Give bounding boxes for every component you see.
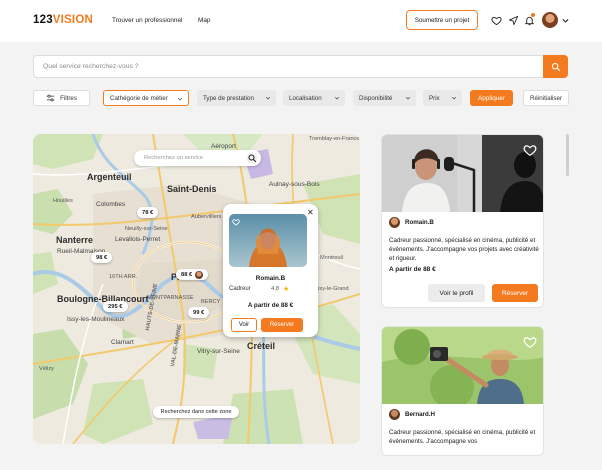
card-name: Romain.B (405, 219, 434, 226)
price-marker-label: 88 € (181, 271, 193, 278)
apply-filters-button[interactable]: Appliquer (470, 90, 513, 106)
popup-book-button[interactable]: Réserver (261, 318, 303, 332)
send-icon[interactable] (508, 15, 519, 26)
map-label-argenteuil: Argenteuil (87, 172, 132, 182)
heart-icon[interactable] (523, 143, 537, 157)
price-marker-label: 99 € (193, 309, 205, 316)
map-label-colombes: Colombes (96, 201, 126, 208)
map-label-aeroport: Aéroport (211, 143, 236, 150)
view-profile-button[interactable]: Voir le profil (428, 284, 485, 302)
popup-price: A partir de 88 € (247, 302, 294, 309)
professional-card[interactable]: Romain.B Cadreur passionné, spécialisé e… (381, 134, 544, 308)
card-avatar (389, 217, 400, 228)
search-icon (551, 62, 560, 71)
filter-price[interactable]: Prix (423, 90, 462, 106)
filter-availability[interactable]: Disponibilité (353, 90, 416, 106)
chevron-down-icon (334, 96, 340, 100)
heart-icon[interactable] (523, 335, 537, 349)
map-price-marker[interactable]: 98 € (91, 252, 113, 263)
nav-find-professional[interactable]: Trouver un professionnel (112, 17, 182, 24)
popup-role: Cadreur (229, 286, 251, 292)
filter-service-type-label: Type de prestation (203, 94, 254, 102)
map-label-saint-denis: Saint-Denis (167, 184, 217, 194)
notification-dot (531, 13, 535, 17)
book-button[interactable]: Réserver (492, 284, 538, 302)
reset-filters-button[interactable]: Réinitialiser (523, 90, 569, 106)
map-label-velizy: Vélizy (39, 366, 54, 372)
brand-logo[interactable]: 123VISION (33, 14, 93, 26)
heart-icon[interactable] (491, 15, 502, 26)
map-label-issy: Issy-les-Moulineaux (67, 316, 125, 323)
map-label-neuilly: Neuilly-sur-Seine (125, 226, 168, 232)
price-marker-label: 295 € (108, 303, 123, 310)
marker-avatar (195, 270, 204, 279)
chevron-down-icon (177, 97, 183, 101)
popup-name: Romain.B (255, 275, 286, 282)
map-price-marker[interactable]: 78 € (137, 207, 159, 218)
filter-category[interactable]: Cathégorie de métier (103, 90, 189, 106)
sliders-icon (46, 94, 55, 102)
price-marker-label: 78 € (142, 209, 154, 216)
map-label-aulnay: Aulnay-sous-Bois (269, 181, 320, 188)
map-view[interactable]: Argenteuil Saint-Denis Nanterre Boulogne… (33, 134, 360, 444)
service-search-bar (33, 55, 568, 78)
popup-rating: 4,8 (271, 286, 280, 292)
map-label-nanterre: Nanterre (56, 235, 94, 245)
map-label-aubervilliers: Aubervilliers (191, 214, 222, 220)
card-photo (382, 135, 543, 212)
filter-category-label: Cathégorie de métier (110, 94, 168, 102)
chevron-down-icon (451, 96, 457, 100)
map-label-levallois: Levallois-Perret (115, 236, 161, 243)
map-label-tremblay: Tremblay-en-France (309, 136, 360, 142)
map-search-bar (134, 150, 261, 166)
logo-main: 123 (33, 14, 53, 26)
nav-map[interactable]: Map (198, 17, 210, 24)
professional-card[interactable]: Bernard.H Cadreur passionné, spécialisé … (381, 326, 544, 456)
filter-price-label: Prix (429, 94, 440, 102)
map-price-marker[interactable]: 99 € (188, 307, 210, 318)
card-description: Cadreur passionné, spécialisé en cinéma,… (389, 429, 536, 445)
map-price-marker[interactable]: 295 € (103, 301, 128, 312)
map-label-clamart: Clamart (111, 339, 134, 346)
map-search-input[interactable] (134, 150, 242, 166)
map-label-creteil: Créteil (247, 341, 276, 351)
map-label-boulogne: Boulogne-Billancourt (57, 294, 149, 304)
star-icon: ★ (283, 286, 290, 293)
map-label-16th-arr: 16TH ARR. (109, 274, 138, 280)
service-search-input[interactable] (34, 56, 544, 77)
card-name: Bernard.H (405, 411, 435, 418)
card-price: A partir de 88 € (389, 266, 436, 273)
card-photo (382, 327, 543, 404)
filter-service-type[interactable]: Type de prestation (197, 90, 276, 106)
search-this-area-button[interactable]: Recherchez dans cette zone (153, 406, 239, 418)
results-scrollbar[interactable] (566, 134, 569, 176)
popup-profile-photo (229, 214, 307, 267)
user-avatar[interactable] (542, 12, 558, 28)
filter-location[interactable]: Localisation (283, 90, 345, 106)
search-icon[interactable] (246, 152, 258, 164)
heart-icon[interactable] (232, 218, 240, 226)
close-icon[interactable]: ✕ (307, 208, 314, 217)
map-label-houilles: Houilles (53, 198, 73, 204)
map-price-marker-selected[interactable]: 88 € (176, 269, 209, 280)
card-description: Cadreur passionné, spécialisé en cinéma,… (389, 237, 539, 262)
filters-label: Filtres (60, 94, 77, 102)
chevron-down-icon[interactable] (561, 16, 570, 25)
submit-project-button[interactable]: Soumettre un projet (406, 10, 478, 30)
card-avatar (389, 409, 400, 420)
chevron-down-icon (265, 96, 271, 100)
popup-view-button[interactable]: Voir (231, 318, 257, 332)
filter-location-label: Localisation (289, 94, 322, 102)
filter-availability-label: Disponibilité (359, 94, 393, 102)
logo-accent: VISION (52, 14, 93, 26)
map-label-bercy: BERCY (201, 299, 221, 305)
filters-button[interactable]: Filtres (33, 90, 90, 106)
search-button[interactable] (543, 55, 568, 78)
map-label-montreuil: Montreuil (320, 255, 344, 261)
top-header: 123VISION Trouver un professionnel Map S… (0, 0, 602, 42)
map-label-vitry: Vitry-sur-Seine (197, 348, 240, 355)
chevron-down-icon (405, 96, 411, 100)
price-marker-label: 98 € (96, 254, 108, 261)
map-profile-popup: ✕ Romain.B Cadreur 4,8 ★ A partir de 88 … (223, 204, 318, 337)
